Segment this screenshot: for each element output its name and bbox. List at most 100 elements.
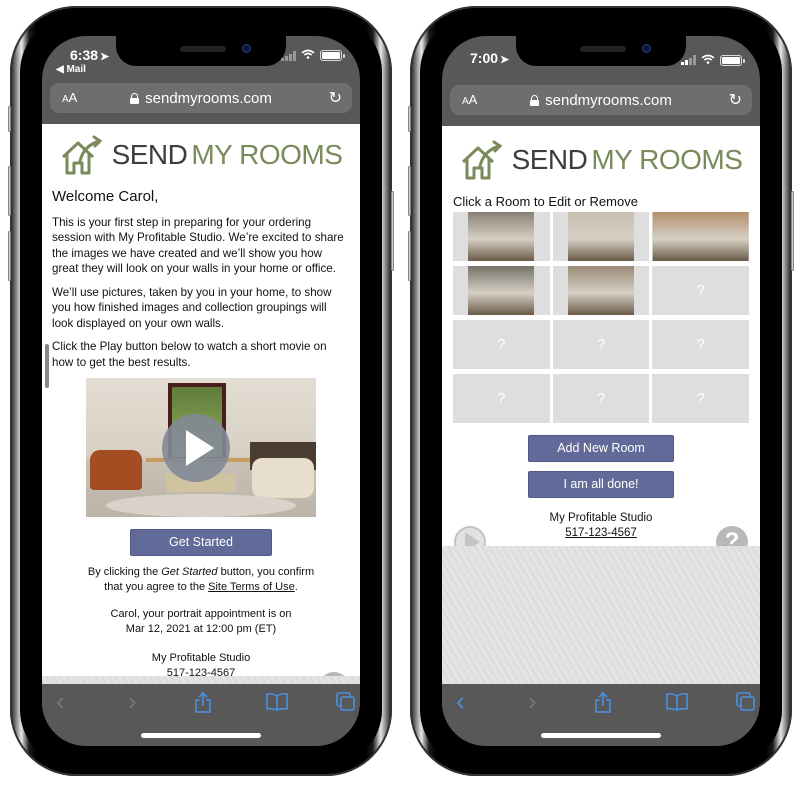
web-page: SEND MY ROOMS Click a Room to Edit or Rem…: [442, 126, 760, 684]
reload-icon[interactable]: ↻: [729, 90, 742, 110]
text-size-button[interactable]: AA: [62, 90, 77, 105]
web-page: SEND MY ROOMS Welcome Carol, This is your…: [42, 124, 360, 684]
welcome-heading: Welcome Carol,: [52, 188, 159, 205]
power-button: [791, 191, 794, 271]
location-icon: ➤: [500, 54, 510, 66]
room-thumbnail[interactable]: [552, 212, 650, 261]
share-icon[interactable]: [594, 691, 612, 720]
house-arrow-icon: [461, 140, 502, 180]
room-thumbnail[interactable]: [453, 266, 550, 315]
empty-room-slot[interactable]: ?: [552, 320, 650, 369]
back-icon[interactable]: ‹: [456, 686, 465, 717]
battery-icon: [320, 50, 345, 61]
empty-room-slot[interactable]: ?: [552, 374, 650, 423]
room-thumbnail[interactable]: [552, 266, 650, 315]
intro-video[interactable]: [86, 378, 316, 517]
volume-up-button: [408, 166, 411, 216]
location-icon: ➤: [100, 51, 110, 63]
camera: [642, 44, 651, 53]
appointment-info: Carol, your portrait appointment is on M…: [110, 608, 292, 635]
pictures-paragraph: We’ll use pictures, taken by you in your…: [52, 285, 332, 330]
status-time: 7:00 ➤: [470, 50, 510, 66]
logo-send: SEND: [111, 139, 188, 170]
house-arrow-icon: [61, 135, 102, 175]
logo: SEND MY ROOMS: [442, 138, 760, 182]
studio-name: My Profitable Studio: [151, 652, 251, 664]
wifi-icon: [301, 49, 315, 62]
background-texture: [442, 546, 760, 684]
phone-frame-right: 7:00 ➤ AA sendmyrooms.com ↻ SEND MY ROOM…: [408, 6, 794, 776]
get-started-button[interactable]: Get Started: [130, 529, 272, 556]
rooms-heading: Click a Room to Edit or Remove: [453, 194, 638, 209]
studio-name: My Profitable Studio: [549, 512, 653, 524]
room-grid: ???????: [442, 212, 760, 423]
notch: [516, 36, 686, 66]
studio-contact: My Profitable Studio 517-123-4567: [442, 511, 760, 541]
logo-send: SEND: [511, 144, 588, 175]
logo-my-rooms: MY ROOMS: [591, 144, 743, 175]
all-done-button[interactable]: I am all done!: [528, 471, 674, 498]
status-time: 6:38 ➤: [70, 47, 110, 63]
empty-room-slot[interactable]: ?: [652, 266, 749, 315]
empty-room-slot[interactable]: ?: [652, 374, 749, 423]
volume-down-button: [408, 231, 411, 281]
wifi-icon: [701, 51, 715, 69]
url-text[interactable]: sendmyrooms.com: [545, 92, 672, 109]
intro-paragraph: This is your first step in preparing for…: [52, 215, 344, 276]
back-to-mail-link[interactable]: ◀ Mail: [56, 64, 86, 75]
text-size-button[interactable]: AA: [462, 92, 477, 107]
address-bar[interactable]: AA sendmyrooms.com ↻: [50, 83, 352, 113]
studio-phone-link[interactable]: 517-123-4567: [565, 527, 637, 539]
home-indicator[interactable]: [541, 733, 661, 738]
volume-down-button: [8, 231, 11, 281]
camera: [242, 44, 251, 53]
bookmarks-icon[interactable]: [666, 692, 688, 718]
signal-icon: [681, 55, 696, 65]
room-photo: [468, 212, 535, 261]
room-photo: [468, 266, 535, 315]
empty-room-slot[interactable]: ?: [453, 374, 550, 423]
lock-icon: [530, 94, 540, 106]
scrollbar[interactable]: [45, 344, 49, 388]
add-new-room-button[interactable]: Add New Room: [528, 435, 674, 462]
tabs-icon[interactable]: [736, 692, 756, 718]
reload-icon[interactable]: ↻: [329, 88, 342, 108]
notch: [116, 36, 286, 66]
room-thumbnail[interactable]: [652, 212, 749, 261]
mute-switch: [408, 106, 411, 132]
volume-up-button: [8, 166, 11, 216]
play-paragraph: Click the Play button below to watch a s…: [52, 340, 327, 369]
room-photo: [652, 212, 749, 261]
power-button: [391, 191, 394, 271]
terms-notice: By clicking the Get Started button, you …: [87, 566, 315, 593]
bezel: 7:00 ➤ AA sendmyrooms.com ↻ SEND MY ROOM…: [420, 16, 782, 766]
forward-icon[interactable]: ›: [128, 686, 137, 717]
safari-toolbar: ‹ ›: [442, 684, 760, 746]
room-thumbnail[interactable]: [453, 212, 550, 261]
logo: SEND MY ROOMS: [42, 133, 360, 177]
phone-frame-left: 6:38 ➤ ◀ Mail AA sendmyrooms.com ↻ SEND …: [8, 6, 394, 776]
bezel: 6:38 ➤ ◀ Mail AA sendmyrooms.com ↻ SEND …: [20, 16, 382, 766]
back-icon[interactable]: ‹: [56, 686, 65, 717]
room-photo: [567, 266, 634, 315]
mute-switch: [8, 106, 11, 132]
share-icon[interactable]: [194, 691, 212, 720]
site-terms-link[interactable]: Site Terms of Use: [208, 581, 295, 593]
background-texture: [42, 676, 360, 684]
screen: 6:38 ➤ ◀ Mail AA sendmyrooms.com ↻ SEND …: [42, 36, 360, 746]
address-bar[interactable]: AA sendmyrooms.com ↻: [450, 85, 752, 115]
room-photo: [567, 212, 634, 261]
home-indicator[interactable]: [141, 733, 261, 738]
logo-my-rooms: MY ROOMS: [191, 139, 343, 170]
empty-room-slot[interactable]: ?: [453, 320, 550, 369]
empty-room-slot[interactable]: ?: [652, 320, 749, 369]
play-icon[interactable]: [162, 414, 230, 482]
battery-icon: [720, 54, 745, 66]
url-text[interactable]: sendmyrooms.com: [145, 90, 272, 107]
tabs-icon[interactable]: [336, 692, 356, 718]
screen: 7:00 ➤ AA sendmyrooms.com ↻ SEND MY ROOM…: [442, 36, 760, 746]
bookmarks-icon[interactable]: [266, 692, 288, 718]
forward-icon[interactable]: ›: [528, 686, 537, 717]
lock-icon: [130, 92, 140, 104]
safari-toolbar: ‹ ›: [42, 684, 360, 746]
